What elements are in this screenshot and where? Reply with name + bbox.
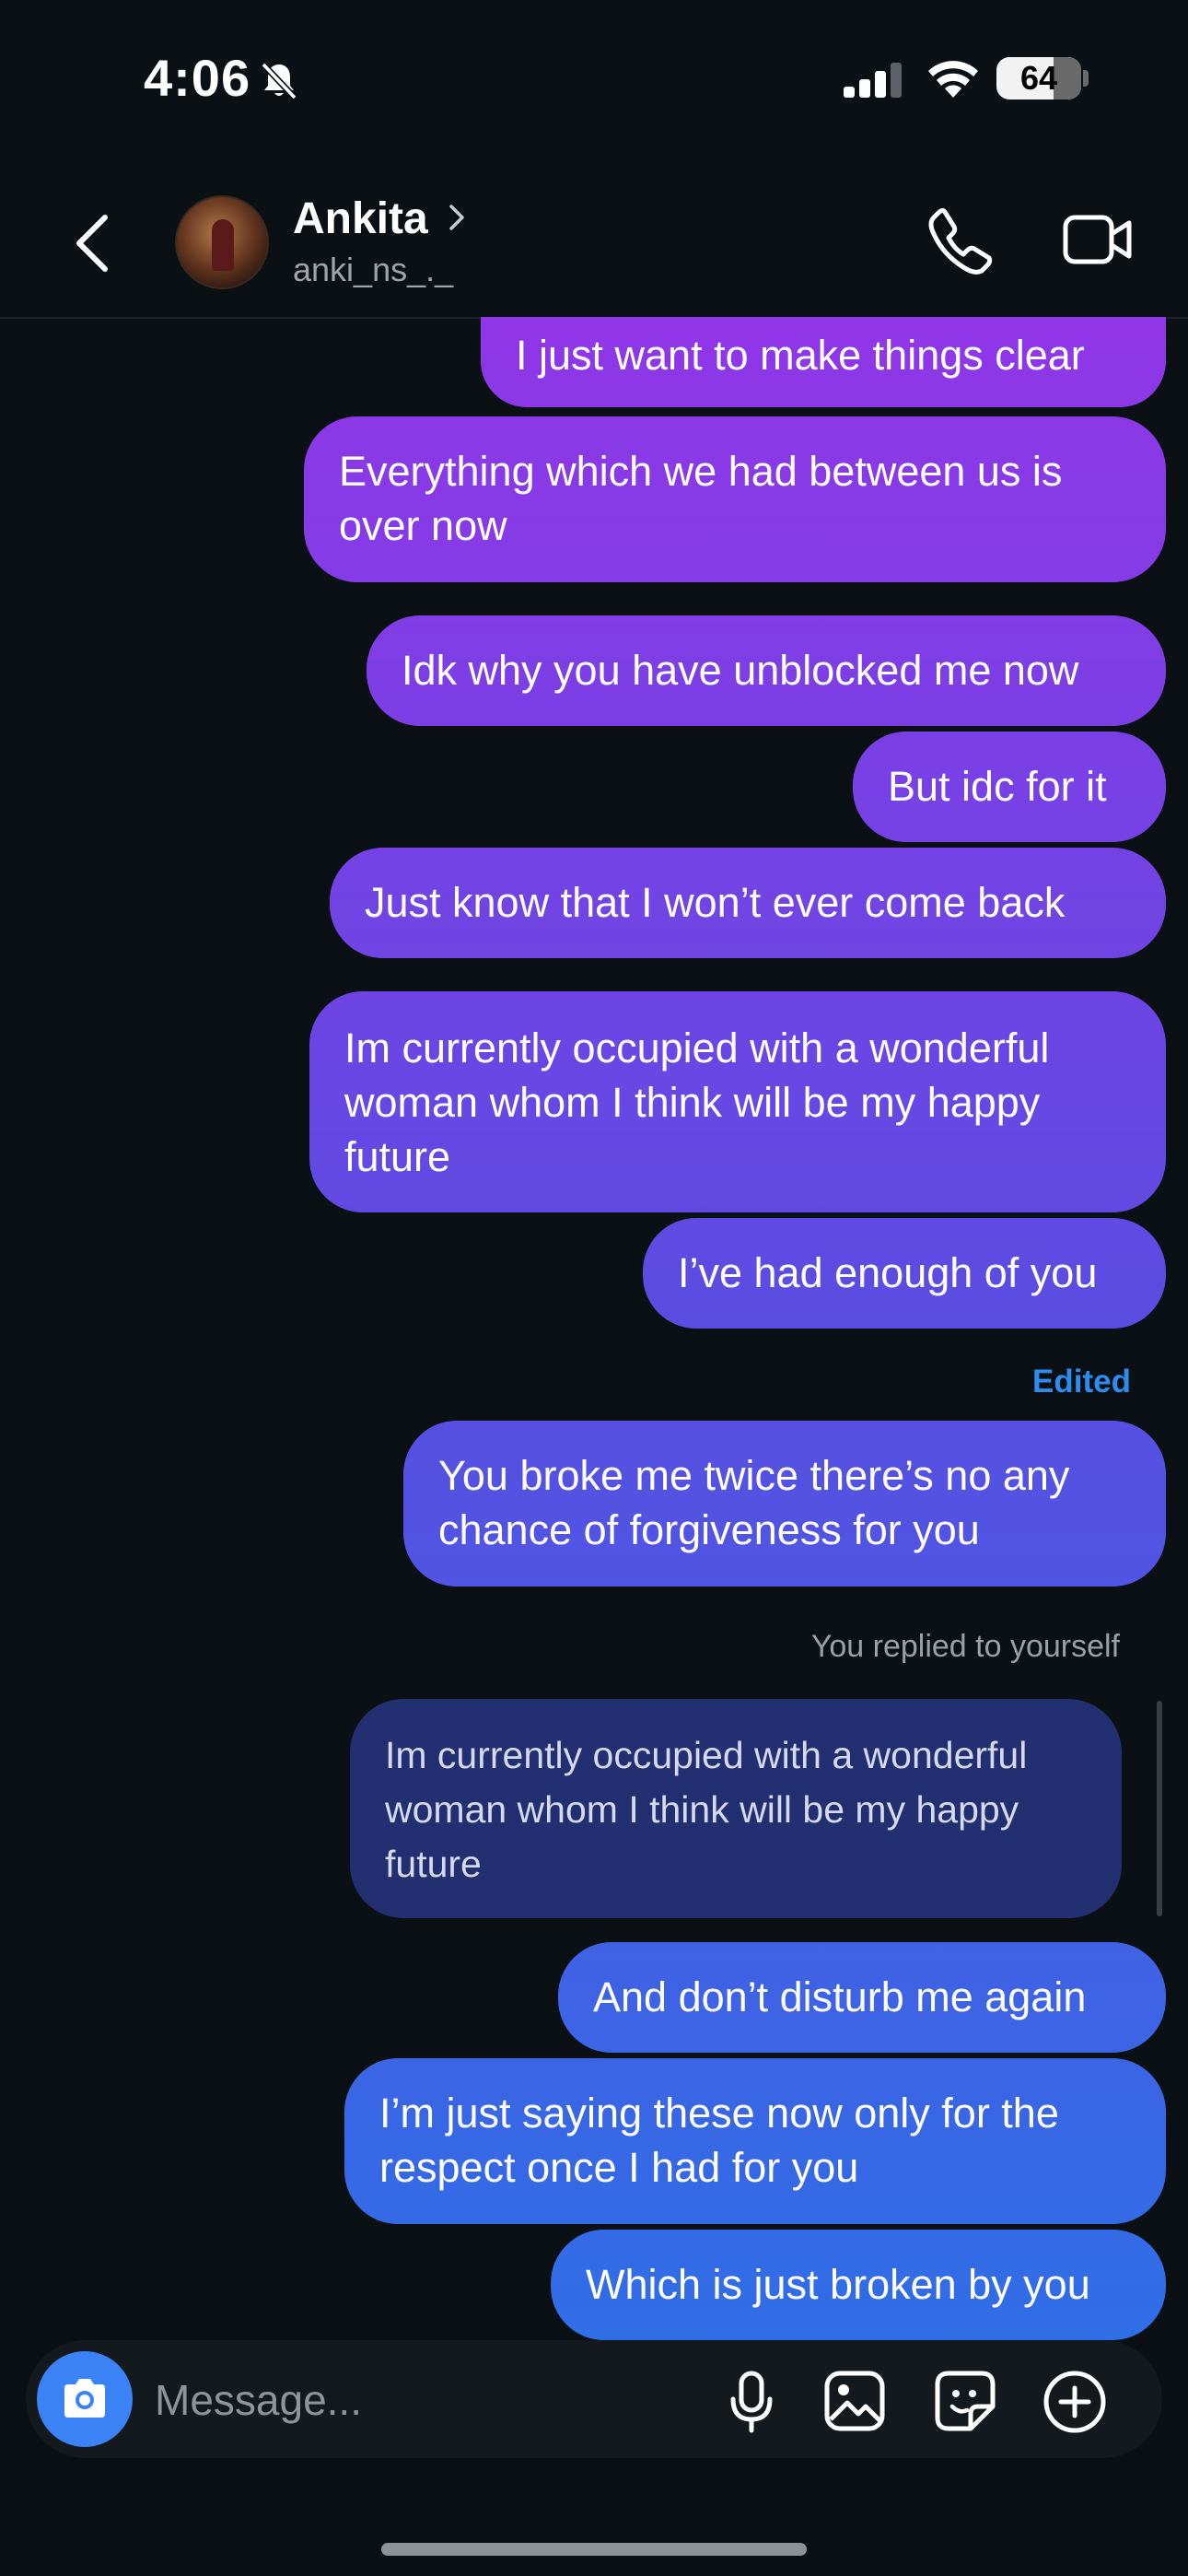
microphone-icon[interactable] xyxy=(724,2370,779,2434)
message-composer[interactable]: Message... xyxy=(26,2340,1162,2458)
message-bubble[interactable]: Im currently occupied with a wonderful w… xyxy=(309,991,1166,1212)
message-bubble[interactable]: But idc for it xyxy=(853,732,1166,842)
sticker-icon[interactable] xyxy=(934,2370,996,2432)
message-input[interactable]: Message... xyxy=(155,2375,362,2425)
battery-level: 64 xyxy=(1019,59,1058,97)
message-bubble[interactable]: You broke me twice there’s no any chance… xyxy=(403,1421,1166,1587)
back-chevron-icon[interactable] xyxy=(74,214,111,273)
message-bubble[interactable]: I’m just saying these now only for the r… xyxy=(344,2058,1166,2224)
battery-indicator: 64 xyxy=(996,57,1081,100)
edited-label: Edited xyxy=(1032,1364,1131,1399)
message-bubble[interactable]: Just know that I won’t ever come back xyxy=(330,848,1166,958)
status-time: 4:06 xyxy=(144,49,251,107)
add-circle-icon[interactable] xyxy=(1042,2370,1107,2434)
chat-header: Ankita anki_ns_._ xyxy=(0,166,1188,319)
home-indicator[interactable] xyxy=(381,2543,807,2556)
video-camera-icon[interactable] xyxy=(1063,212,1133,267)
message-bubble[interactable]: I’ve had enough of you xyxy=(643,1218,1166,1329)
avatar[interactable] xyxy=(175,195,269,289)
signal-icon xyxy=(844,63,902,98)
message-bubble[interactable]: Everything which we had between us is ov… xyxy=(304,416,1166,582)
contact-username[interactable]: anki_ns_._ xyxy=(293,251,453,289)
camera-icon xyxy=(64,2379,105,2418)
quoted-reply-bubble[interactable]: Im currently occupied with a wonderful w… xyxy=(350,1699,1122,1918)
gallery-icon[interactable] xyxy=(823,2370,886,2432)
message-bubble[interactable]: Idk why you have unblocked me now xyxy=(367,615,1166,726)
reply-notice: You replied to yourself xyxy=(810,1629,1120,1664)
contact-name[interactable]: Ankita xyxy=(293,193,428,244)
phone-icon[interactable] xyxy=(926,206,995,275)
scrollbar[interactable] xyxy=(1157,1701,1162,1916)
battery-nub xyxy=(1083,70,1089,87)
chevron-right-icon[interactable] xyxy=(448,203,466,232)
wifi-icon xyxy=(928,61,978,98)
message-bubble[interactable]: And don’t disturb me again xyxy=(558,1942,1166,2053)
message-bubble[interactable]: I just want to make things clear xyxy=(481,317,1166,407)
bell-muted-icon xyxy=(261,62,297,100)
status-bar: 4:06 64 xyxy=(0,0,1188,166)
message-bubble[interactable]: Which is just broken by you xyxy=(551,2230,1166,2340)
camera-button[interactable] xyxy=(37,2351,133,2447)
